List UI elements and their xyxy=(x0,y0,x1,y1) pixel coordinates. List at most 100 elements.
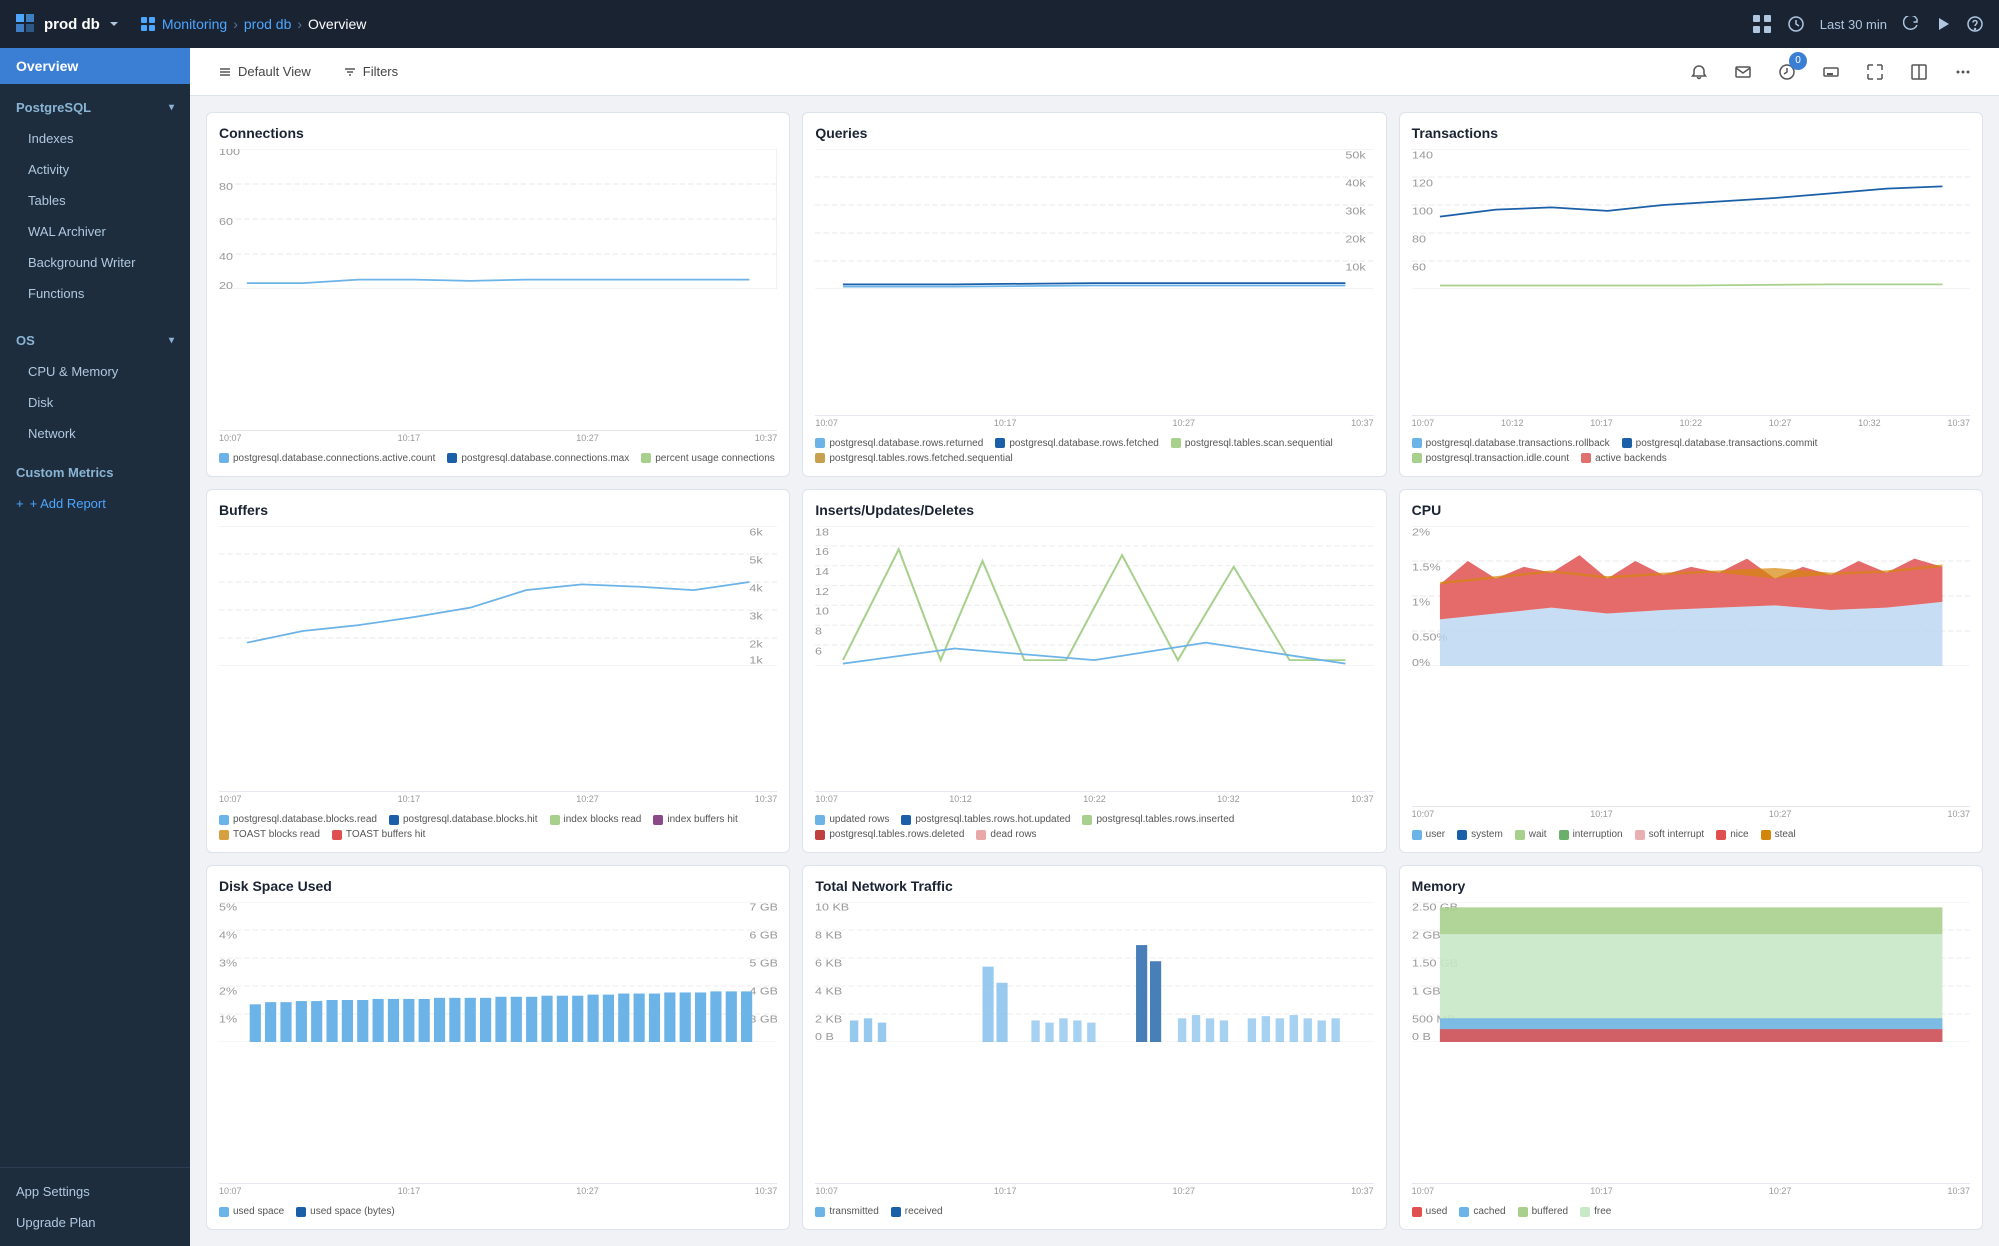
sidebar-item-indexes[interactable]: Indexes xyxy=(0,123,190,154)
inserts-svg: 18 16 14 12 10 8 6 xyxy=(815,526,1373,666)
breadcrumb-sep2: › xyxy=(297,16,302,32)
disk-space-legend: used space used space (bytes) xyxy=(219,1206,777,1217)
filters-button[interactable]: Filters xyxy=(335,60,406,83)
breadcrumb-monitoring[interactable]: Monitoring xyxy=(162,16,227,32)
sidebar: Overview PostgreSQL ▾ Indexes Activity T… xyxy=(0,48,190,1246)
sidebar-item-background-writer[interactable]: Background Writer xyxy=(0,247,190,278)
transactions-chart-card: Transactions 140 120 100 80 60 xyxy=(1399,112,1983,477)
breadcrumb-sep1: › xyxy=(233,16,238,32)
sidebar-postgresql-section: PostgreSQL ▾ Indexes Activity Tables WAL… xyxy=(0,84,190,317)
sidebar-item-activity[interactable]: Activity xyxy=(0,154,190,185)
svg-text:1 GB: 1 GB xyxy=(1412,987,1441,997)
svg-text:2%: 2% xyxy=(219,987,237,997)
svg-text:30k: 30k xyxy=(1346,206,1366,217)
fullscreen-icon[interactable] xyxy=(1859,56,1891,88)
connections-x-labels: 10:0710:1710:2710:37 xyxy=(219,431,777,445)
svg-text:12: 12 xyxy=(815,586,829,597)
db-dropdown-icon[interactable] xyxy=(108,18,120,30)
sidebar-os-header[interactable]: OS ▾ xyxy=(0,325,190,356)
svg-text:1k: 1k xyxy=(749,655,762,665)
sidebar-item-cpu-memory[interactable]: CPU & Memory xyxy=(0,356,190,387)
connections-legend: postgresql.database.connections.active.c… xyxy=(219,453,777,464)
svg-text:4k: 4k xyxy=(749,583,762,594)
connections-svg: 100 80 60 40 20 xyxy=(219,149,777,289)
keyboard-icon[interactable] xyxy=(1815,56,1847,88)
sidebar-item-upgrade-plan[interactable]: Upgrade Plan xyxy=(0,1207,190,1238)
cpu-chart-area: 2% 1.5% 1% 0.50% 0% xyxy=(1412,526,1970,808)
memory-x-labels: 10:0710:1710:2710:37 xyxy=(1412,1184,1970,1198)
toolbar-right: 0 xyxy=(1683,56,1979,88)
os-chevron-icon: ▾ xyxy=(169,335,174,346)
add-report-plus-icon: + xyxy=(16,496,24,511)
toolbar: Default View Filters 0 xyxy=(190,48,1999,96)
history-icon[interactable]: 0 xyxy=(1771,56,1803,88)
disk-space-chart-card: Disk Space Used 5% 4% 3% 2% 1% xyxy=(206,865,790,1230)
sidebar-postgresql-header[interactable]: PostgreSQL ▾ xyxy=(0,92,190,123)
connections-chart-title: Connections xyxy=(219,125,777,141)
topbar-right: Last 30 min xyxy=(1752,14,1983,34)
cpu-svg: 2% 1.5% 1% 0.50% 0% xyxy=(1412,526,1970,666)
svg-text:5k: 5k xyxy=(749,555,762,566)
refresh-icon[interactable] xyxy=(1903,16,1919,32)
inserts-x-labels: 10:0710:1210:2210:3210:37 xyxy=(815,792,1373,806)
transactions-svg: 140 120 100 80 60 xyxy=(1412,149,1970,289)
filter-icon xyxy=(343,65,357,79)
inserts-chart-card: Inserts/Updates/Deletes 18 16 14 xyxy=(802,489,1386,854)
default-view-button[interactable]: Default View xyxy=(210,60,319,83)
sidebar-os-section: OS ▾ CPU & Memory Disk Network xyxy=(0,317,190,457)
svg-text:2%: 2% xyxy=(1412,527,1430,538)
disk-space-svg: 5% 4% 3% 2% 1% 7 GB 6 GB 5 GB 4 GB 3 GB xyxy=(219,902,777,1042)
split-view-icon[interactable] xyxy=(1903,56,1935,88)
help-icon[interactable] xyxy=(1967,16,1983,32)
transactions-chart-title: Transactions xyxy=(1412,125,1970,141)
svg-text:7 GB: 7 GB xyxy=(749,903,777,913)
sidebar-item-app-settings[interactable]: App Settings xyxy=(0,1176,190,1207)
sidebar-item-overview[interactable]: Overview xyxy=(0,48,190,84)
memory-legend: used cached buffered free xyxy=(1412,1206,1970,1217)
time-range[interactable]: Last 30 min xyxy=(1820,17,1887,32)
queries-svg: 50k 40k 30k 20k 10k xyxy=(815,149,1373,289)
sidebar-item-wal-archiver[interactable]: WAL Archiver xyxy=(0,216,190,247)
sidebar-add-report[interactable]: + + Add Report xyxy=(0,488,190,519)
svg-text:5 GB: 5 GB xyxy=(749,959,777,969)
queries-legend: postgresql.database.rows.returned postgr… xyxy=(815,438,1373,464)
play-icon[interactable] xyxy=(1935,16,1951,32)
buffers-x-labels: 10:0710:1710:2710:37 xyxy=(219,792,777,806)
svg-text:2 KB: 2 KB xyxy=(815,1015,842,1025)
network-chart-card: Total Network Traffic 10 KB 8 KB 6 KB 4 … xyxy=(802,865,1386,1230)
svg-text:4 GB: 4 GB xyxy=(749,987,777,997)
svg-text:2 GB: 2 GB xyxy=(1412,931,1441,941)
sidebar-item-functions[interactable]: Functions xyxy=(0,278,190,309)
svg-text:16: 16 xyxy=(815,547,829,558)
sidebar-item-disk[interactable]: Disk xyxy=(0,387,190,418)
sidebar-item-network[interactable]: Network xyxy=(0,418,190,449)
buffers-svg: 6k 5k 4k 3k 2k 1k xyxy=(219,526,777,666)
svg-text:60: 60 xyxy=(219,217,233,228)
breadcrumb-db[interactable]: prod db xyxy=(244,16,291,32)
svg-text:6k: 6k xyxy=(749,527,762,538)
menu-icon xyxy=(218,65,232,79)
monitoring-icon xyxy=(140,16,156,32)
svg-text:14: 14 xyxy=(815,566,830,577)
alert-bell-icon[interactable] xyxy=(1683,56,1715,88)
connections-chart-card: Connections 100 80 60 40 20 xyxy=(206,112,790,477)
more-options-icon[interactable] xyxy=(1947,56,1979,88)
svg-text:120: 120 xyxy=(1412,178,1433,189)
dashboard-grid: Connections 100 80 60 40 20 xyxy=(190,96,1999,1246)
grid-icon[interactable] xyxy=(1752,14,1772,34)
svg-text:6 GB: 6 GB xyxy=(749,931,777,941)
network-chart-area: 10 KB 8 KB 6 KB 4 KB 2 KB 0 B xyxy=(815,902,1373,1184)
topbar: prod db Monitoring › prod db › Overview … xyxy=(0,0,1999,48)
svg-text:100: 100 xyxy=(1412,206,1433,217)
buffers-legend: postgresql.database.blocks.read postgres… xyxy=(219,814,777,840)
svg-text:3 GB: 3 GB xyxy=(749,1015,777,1025)
notification-badge: 0 xyxy=(1789,52,1807,70)
db-name: prod db xyxy=(44,16,100,33)
email-icon[interactable] xyxy=(1727,56,1759,88)
memory-chart-card: Memory 2.50 GB 2 GB 1.50 GB 1 GB 500 MB xyxy=(1399,865,1983,1230)
svg-text:6: 6 xyxy=(815,646,822,657)
app-logo-icon[interactable] xyxy=(16,14,36,34)
svg-text:4%: 4% xyxy=(219,931,237,941)
memory-chart-area: 2.50 GB 2 GB 1.50 GB 1 GB 500 MB 0 B xyxy=(1412,902,1970,1184)
sidebar-item-tables[interactable]: Tables xyxy=(0,185,190,216)
